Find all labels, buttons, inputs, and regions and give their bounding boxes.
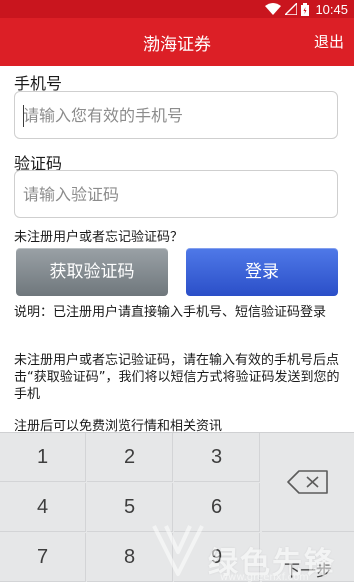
key-4[interactable]: 4 — [0, 483, 86, 532]
status-icons: 10:45 — [265, 1, 348, 17]
numeric-keyboard: 1 2 3 4 5 6 7 8 9 下一步 — [0, 432, 354, 582]
wifi-icon — [265, 3, 282, 15]
key-2[interactable]: 2 — [87, 433, 173, 482]
key-3[interactable]: 3 — [174, 433, 260, 482]
backspace-icon — [287, 470, 328, 494]
key-6[interactable]: 6 — [174, 483, 260, 532]
key-1[interactable]: 1 — [0, 433, 86, 482]
code-field[interactable] — [14, 170, 338, 218]
get-code-button[interactable]: 获取验证码 — [16, 248, 168, 296]
key-7[interactable]: 7 — [0, 533, 86, 582]
status-bar: 10:45 — [0, 0, 354, 18]
note-registered: 说明：已注册用户请直接输入手机号、短信验证码登录 — [14, 305, 327, 320]
note-unregistered: 未注册用户或者忘记验证码，请在输入有效的手机号后点击“获取验证码”，我们将以短信… — [14, 353, 340, 402]
note-free-browse: 注册后可以免费浏览行情和相关资讯 — [14, 419, 223, 432]
login-button[interactable]: 登录 — [186, 248, 338, 296]
unregistered-hint: 未注册用户或者忘记验证码？ — [14, 230, 184, 245]
next-key[interactable]: 下一步 — [262, 533, 354, 582]
backspace-key[interactable] — [262, 433, 354, 532]
signal-icon — [285, 3, 298, 15]
app-bar: 渤海证券 退出 — [0, 18, 354, 66]
phone-field[interactable] — [14, 91, 338, 139]
key-9[interactable]: 9 — [174, 533, 260, 582]
key-5[interactable]: 5 — [87, 483, 173, 532]
phone-input[interactable] — [15, 92, 337, 138]
battery-icon — [301, 2, 310, 16]
app-title: 渤海证券 — [143, 35, 211, 55]
key-8[interactable]: 8 — [87, 533, 173, 582]
logout-button[interactable]: 退出 — [314, 31, 344, 52]
text-cursor — [23, 105, 24, 127]
code-input[interactable] — [15, 171, 337, 217]
status-time: 10:45 — [315, 1, 348, 17]
